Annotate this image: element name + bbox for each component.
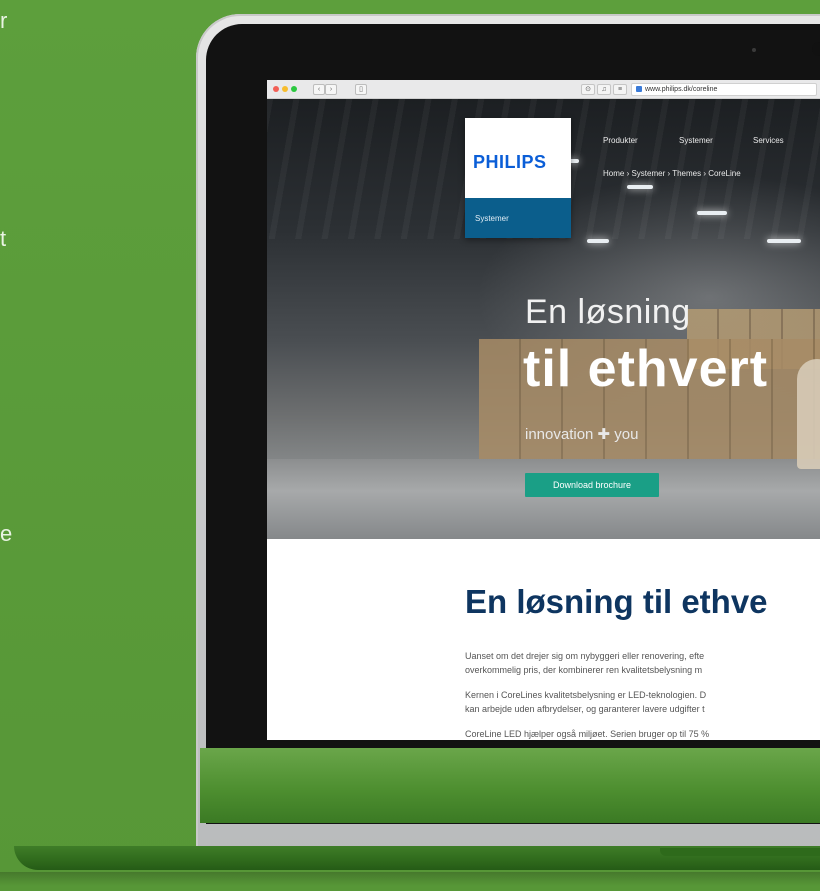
content-paragraph-line: kan arbejde uden afbrydelser, og garante… [465, 704, 705, 714]
laptop-hinge-notch [660, 848, 820, 856]
url-text: www.philips.dk/coreline [645, 86, 718, 93]
camera-icon [812, 42, 820, 56]
reader-icon[interactable]: ♫ [597, 84, 611, 95]
maximize-window-icon[interactable] [291, 86, 297, 92]
ceiling-lamp [697, 211, 727, 215]
content-paragraph-line: Uanset om det drejer sig om nybyggeri el… [465, 651, 705, 661]
laptop-bottom-bezel [200, 748, 820, 823]
nav-item-systemer[interactable]: Systemer [679, 136, 713, 145]
hero-heading-big: til ethvert [523, 340, 769, 398]
address-bar[interactable]: www.philips.dk/coreline [631, 83, 817, 96]
logo-subtitle: Systemer [475, 214, 509, 223]
laptop-shadow [0, 872, 820, 886]
content-paragraph-line: overkommelig pris, der kombinerer ren kv… [465, 665, 703, 675]
edge-text-fragment: t [0, 228, 7, 250]
ceiling-lamp [767, 239, 801, 243]
sidebar-toggle-icon[interactable]: ▯ [355, 84, 367, 95]
content-paragraph-line: CoreLine LED hjælper også miljøet. Serie… [465, 729, 710, 739]
minimize-window-icon[interactable] [282, 86, 288, 92]
share-icon[interactable]: ⊙ [581, 84, 595, 95]
forward-button[interactable]: › [325, 84, 337, 95]
hero-tagline: innovation ✚ you [525, 426, 639, 443]
edge-text-fragment: r [0, 10, 8, 32]
breadcrumb[interactable]: Home › Systemer › Themes › CoreLine [603, 169, 741, 178]
philips-logo: PHILIPS [473, 152, 547, 172]
philips-logo-box[interactable]: PHILIPS Systemer [465, 118, 571, 238]
browser-toolbar: ‹ › ▯ ⊙ ♫ ≡ www.philips.dk/coreline [267, 80, 820, 99]
laptop-screen: ‹ › ▯ ⊙ ♫ ≡ www.philips.dk/coreline PHIL… [267, 80, 820, 740]
camera-dot [752, 48, 756, 52]
hero-heading-small: En løsning [525, 293, 691, 331]
close-window-icon[interactable] [273, 86, 279, 92]
ceiling-lamp [587, 239, 609, 243]
ceiling-lamp [627, 185, 653, 189]
nav-item-services[interactable]: Services [753, 136, 784, 145]
site-favicon-icon [636, 86, 642, 93]
content-paragraph-line: Kernen i CoreLines kvalitetsbelysning er… [465, 690, 707, 700]
hero-banner: PHILIPS Systemer Produkter Systemer Serv… [267, 99, 820, 539]
warehouse-floor [267, 459, 820, 539]
content-section: En løsning til ethve Uanset om det dreje… [267, 539, 820, 740]
edge-text-fragment: e [0, 523, 13, 545]
back-button[interactable]: ‹ [313, 84, 325, 95]
nav-item-produkter[interactable]: Produkter [603, 136, 638, 145]
tabs-icon[interactable]: ≡ [613, 84, 627, 95]
content-heading: En løsning til ethve [465, 583, 768, 620]
download-brochure-button[interactable]: Download brochure [525, 473, 659, 497]
worker-figure [797, 359, 820, 469]
